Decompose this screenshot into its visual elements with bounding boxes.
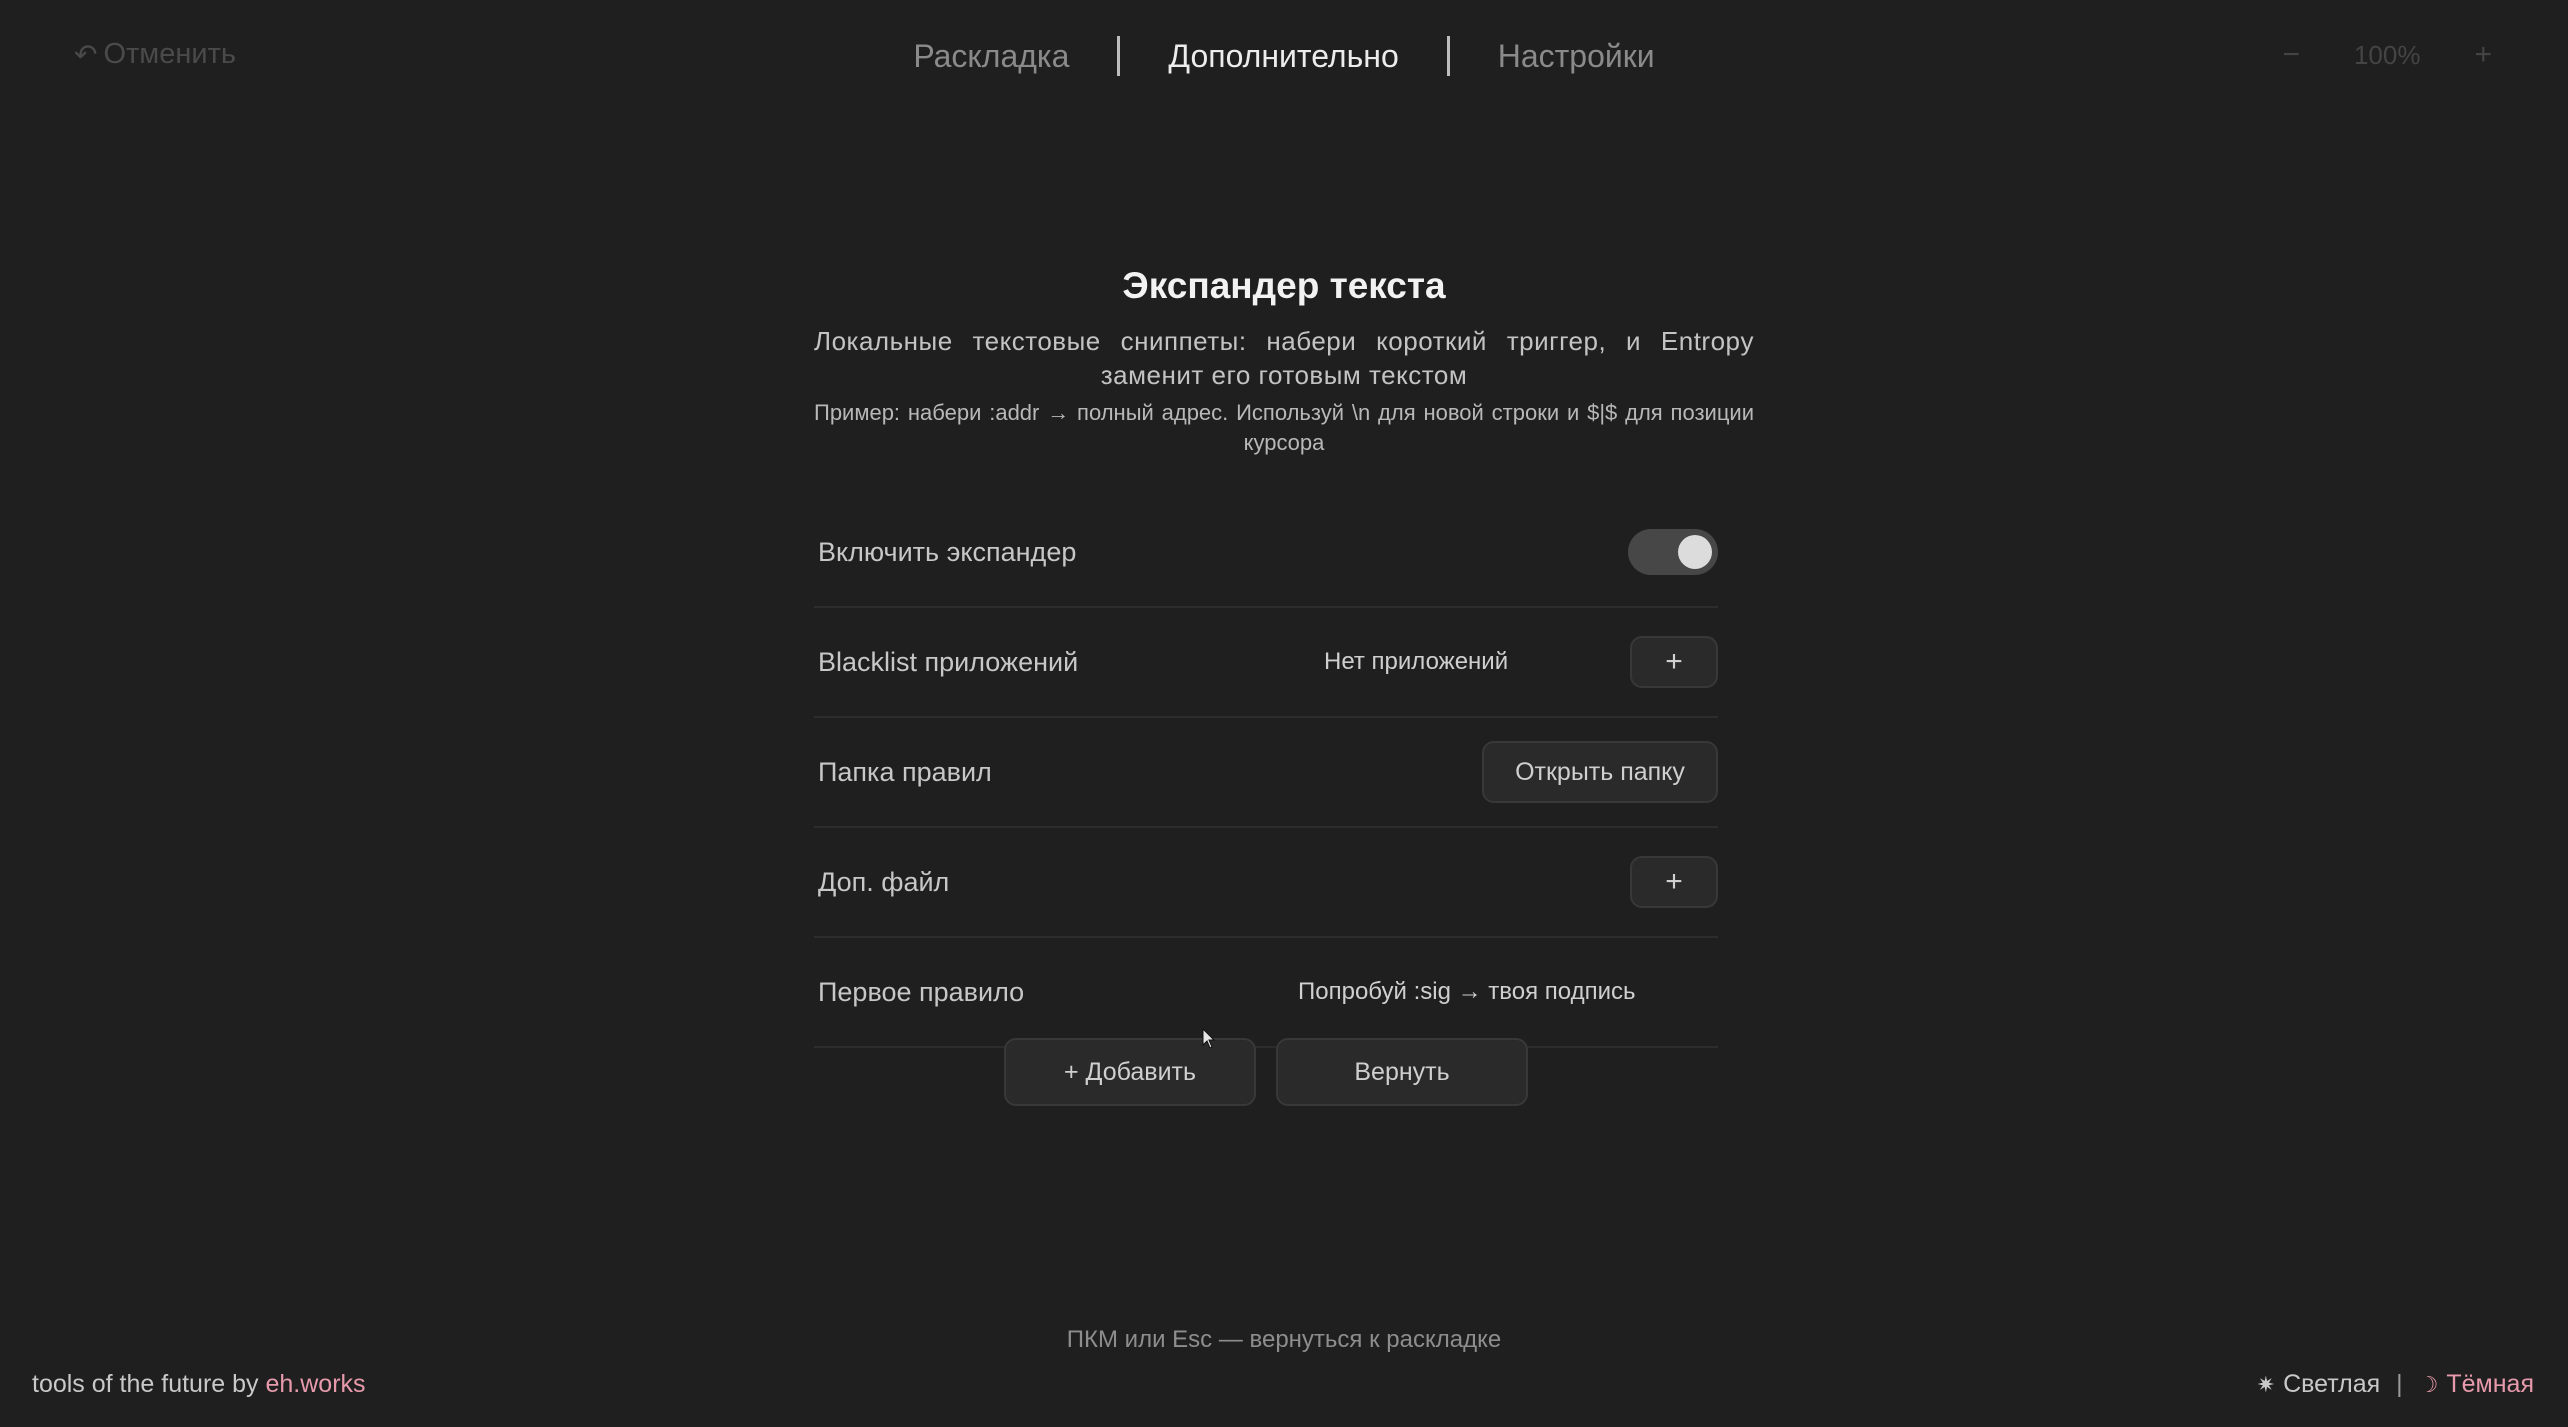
app-window: ↶ Отменить Раскладка Дополнительно Настр… — [0, 0, 2568, 1427]
setting-row-blacklist: Blacklist приложений Нет приложений + — [814, 608, 1718, 718]
add-extra-file-button[interactable]: + — [1630, 856, 1718, 908]
sun-icon: ✷ — [2256, 1371, 2276, 1397]
add-rule-button[interactable]: + Добавить — [1004, 1038, 1256, 1106]
first-rule-value[interactable]: Попробуй :sig → твоя подпись — [1298, 978, 1635, 1006]
top-tabs: Раскладка Дополнительно Настройки — [0, 36, 2568, 76]
zoom-level: 100% — [2353, 39, 2421, 70]
page-subtitle: Локальные текстовые сниппеты: набери кор… — [814, 326, 1754, 390]
revert-button[interactable]: Вернуть — [1276, 1038, 1528, 1106]
brand-credit: tools of the future by eh.works — [32, 1370, 366, 1399]
setting-row-extra-file: Доп. файл + — [814, 828, 1718, 938]
brand-prefix: tools of the future by — [32, 1370, 266, 1398]
theme-dark-option[interactable]: ☽ Тёмная — [2419, 1370, 2534, 1399]
setting-label: Включить экспандер — [818, 536, 1077, 567]
mouse-cursor-icon — [1202, 1028, 1216, 1049]
brand-link[interactable]: eh.works — [265, 1370, 365, 1398]
theme-dark-label: Тёмная — [2446, 1370, 2534, 1398]
tab-layout[interactable]: Раскладка — [865, 38, 1117, 75]
rule-actions: + Добавить Вернуть — [814, 1038, 1718, 1106]
setting-row-folder: Папка правил Открыть папку — [814, 718, 1718, 828]
zoom-controls: − 100% + — [2282, 38, 2492, 72]
theme-separator: | — [2396, 1370, 2403, 1398]
page-title: Экспандер текста — [1122, 265, 1446, 306]
zoom-out-button[interactable]: − — [2282, 38, 2300, 72]
text-expander-panel: Экспандер текста Локальные текстовые сни… — [814, 258, 1754, 1106]
enable-expander-toggle[interactable] — [1628, 529, 1718, 575]
moon-icon: ☽ — [2418, 1371, 2439, 1397]
setting-row-first-rule: Первое правило Попробуй :sig → твоя подп… — [814, 938, 1718, 1048]
back-hint: ПКМ или Esc — вернуться к раскладке — [1066, 1326, 1502, 1353]
zoom-in-button[interactable]: + — [2474, 38, 2492, 72]
add-blacklist-app-button[interactable]: + — [1630, 636, 1718, 688]
setting-label: Папка правил — [818, 756, 992, 787]
setting-label: Первое правило — [818, 976, 1025, 1007]
setting-label: Blacklist приложений — [818, 646, 1079, 677]
settings-list: Включить экспандер Blacklist приложений … — [814, 498, 1718, 1106]
blacklist-value: Нет приложений — [1324, 648, 1509, 675]
usage-example: Пример: набери :addr → полный адрес. Исп… — [814, 400, 1754, 455]
open-folder-button[interactable]: Открыть папку — [1482, 741, 1718, 803]
tab-settings[interactable]: Настройки — [1450, 38, 1703, 75]
theme-switcher: ✷ Светлая | ☽ Тёмная — [2257, 1370, 2534, 1399]
setting-label: Доп. файл — [818, 866, 950, 897]
toggle-knob — [1678, 535, 1712, 569]
setting-row-enable: Включить экспандер — [814, 498, 1718, 608]
tab-advanced[interactable]: Дополнительно — [1120, 38, 1446, 75]
theme-light-label: Светлая — [2283, 1370, 2381, 1398]
theme-light-option[interactable]: ✷ Светлая — [2257, 1370, 2381, 1399]
